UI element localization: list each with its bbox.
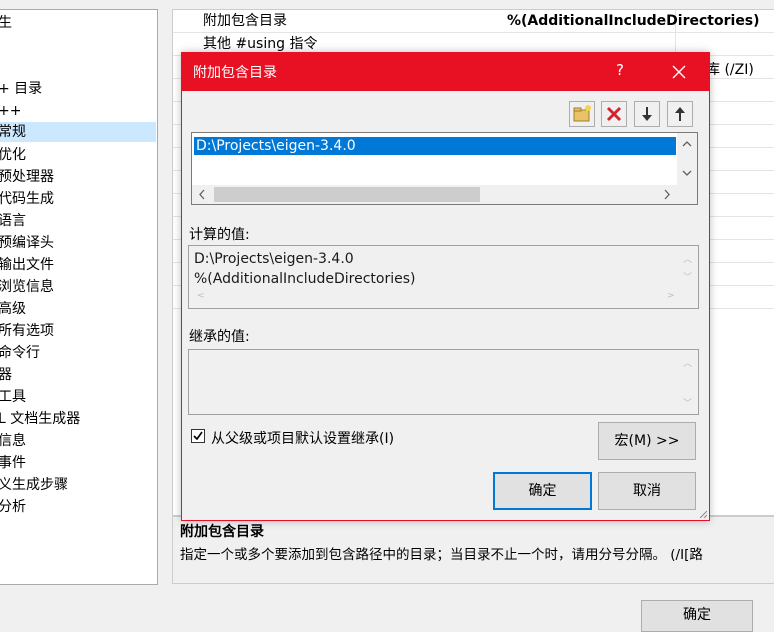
tree-item-info[interactable]: 信息 [0, 431, 26, 451]
tree-item-precompiled-headers[interactable]: 预编译头 [0, 233, 54, 253]
move-down-button[interactable] [634, 101, 660, 127]
property-pages-ok-button[interactable]: 确定 [641, 600, 753, 632]
inherit-checkbox[interactable] [191, 429, 205, 443]
grid-partial-value: 库 (/ZI) [706, 62, 754, 78]
tree-item-all-options[interactable]: 所有选项 [0, 321, 54, 341]
tree-item-code-generation[interactable]: 代码生成 [0, 189, 54, 209]
scroll-thumb[interactable] [214, 187, 480, 202]
grid-row-key: 附加包含目录 [203, 13, 287, 29]
close-button[interactable] [661, 58, 697, 86]
scroll-arrows-icon [682, 141, 692, 176]
computed-values-label: 计算的值: [189, 227, 250, 243]
move-up-button[interactable] [667, 101, 693, 127]
scroll-left-icon [199, 189, 205, 200]
tree-item[interactable]: 生 [0, 13, 12, 33]
computed-line: D:\Projects\eigen-3.4.0 [194, 251, 354, 267]
delete-line-button[interactable] [601, 101, 627, 127]
tree-item-vc-directories[interactable]: + 目录 [0, 79, 42, 99]
dialog-title: 附加包含目录 [193, 65, 277, 81]
tree-item-general[interactable]: 常规 [0, 122, 156, 142]
description-text: 指定一个或多个要添加到包含路径中的目录；当目录不止一个时，请用分号分隔。 (/I… [180, 547, 703, 563]
inherited-values-label: 继承的值: [189, 329, 250, 345]
scroll-down-icon: ﹀ [683, 273, 693, 283]
scroll-right-icon [664, 189, 670, 200]
scroll-left-icon: < [197, 291, 205, 301]
list-vertical-scrollbar[interactable] [677, 133, 697, 185]
inherited-values-box[interactable]: ︿ ﹀ [188, 349, 699, 415]
computed-line: %(AdditionalIncludeDirectories) [194, 271, 416, 287]
list-item-selected[interactable]: D:\Projects\eigen-3.4.0 [194, 137, 676, 155]
computed-values-box[interactable]: D:\Projects\eigen-3.4.0 %(AdditionalIncl… [188, 245, 699, 309]
tree-item-output-files[interactable]: 输出文件 [0, 255, 54, 275]
new-line-button[interactable] [569, 101, 595, 127]
tree-item-browse-information[interactable]: 浏览信息 [0, 277, 54, 297]
scroll-up-icon: ︿ [683, 359, 693, 369]
additional-include-dirs-dialog: 附加包含目录 ? D:\Projects\eigen-3.4.0 计算的值: D… [181, 52, 710, 521]
close-icon [672, 65, 686, 79]
cancel-button[interactable]: 取消 [598, 472, 696, 510]
description-panel: 附加包含目录 指定一个或多个要添加到包含路径中的目录；当目录不止一个时，请用分号… [172, 516, 774, 584]
tree-item-tool[interactable]: 工具 [0, 387, 26, 407]
new-folder-icon [573, 105, 591, 122]
list-horizontal-scrollbar[interactable] [192, 185, 677, 204]
tree-item-advanced[interactable]: 高级 [0, 299, 26, 319]
checkmark-icon [193, 431, 203, 441]
scrollbar-corner [677, 185, 697, 204]
tree-item-build-events[interactable]: 事件 [0, 453, 26, 473]
tree-item-preprocessor[interactable]: 预处理器 [0, 167, 54, 187]
tree-item-custom-build-step[interactable]: 义生成步骤 [0, 475, 68, 495]
directory-listbox[interactable]: D:\Projects\eigen-3.4.0 [191, 132, 698, 205]
scroll-up-icon: ︿ [683, 255, 693, 265]
inherit-checkbox-label[interactable]: 从父级或项目默认设置继承(I) [211, 428, 394, 448]
macros-button[interactable]: 宏(M) >> [598, 422, 696, 460]
dialog-titlebar[interactable]: 附加包含目录 ? [182, 53, 709, 91]
grid-row-additional-include-dirs[interactable]: 附加包含目录 %(AdditionalIncludeDirectories) [173, 10, 774, 33]
arrow-down-icon [642, 107, 652, 121]
arrow-up-icon [675, 107, 685, 121]
property-tree[interactable]: 生 + 目录 ++ 常规 优化 预处理器 代码生成 语言 预编译头 输出文件 浏… [0, 9, 158, 585]
tree-item-cpp[interactable]: ++ [0, 101, 21, 121]
grid-row-value: %(AdditionalIncludeDirectories) [507, 13, 760, 29]
tree-item-code-analysis[interactable]: 分析 [0, 497, 26, 517]
tree-item-xml-doc-generator[interactable]: L 文档生成器 [0, 409, 80, 429]
tree-item-optimization[interactable]: 优化 [0, 145, 26, 165]
tree-item-command-line[interactable]: 命令行 [0, 343, 40, 363]
tree-item-language[interactable]: 语言 [0, 211, 26, 231]
scroll-down-icon: ﹀ [683, 399, 693, 409]
delete-icon [606, 106, 622, 122]
scroll-right-icon: > [667, 291, 675, 301]
resize-grip-icon[interactable] [697, 508, 707, 518]
help-button[interactable]: ? [616, 61, 624, 79]
tree-item-linker[interactable]: 器 [0, 365, 12, 385]
ok-button[interactable]: 确定 [493, 472, 592, 510]
description-title: 附加包含目录 [180, 524, 264, 540]
